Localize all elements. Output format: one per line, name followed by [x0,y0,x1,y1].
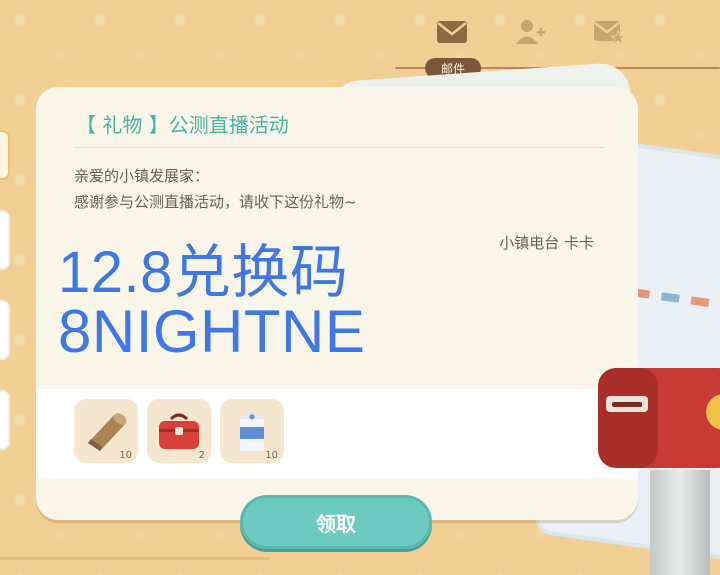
progress-track [0,557,270,560]
envelope-icon[interactable] [435,18,469,46]
starred-envelope-icon[interactable] [592,18,626,46]
left-side-button[interactable] [0,130,10,180]
reward-count: 10 [119,450,132,461]
mailbox-icon [598,368,720,468]
left-side-tab[interactable] [0,300,10,360]
redeem-code-value: 8NIGHTNE [58,298,366,365]
mailbox-pole [650,470,710,575]
mail-card: 【 礼物 】公测直播活动 亲爱的小镇发展家： 感谢参与公测直播活动，请收下这份礼… [36,87,638,520]
red-toolbox-icon [159,413,199,449]
reward-count: 10 [265,450,278,461]
claim-button[interactable]: 领取 [240,495,432,549]
left-side-tab[interactable] [0,390,10,450]
reward-count: 2 [198,450,205,461]
left-side-tab[interactable] [0,210,10,270]
title-divider [74,147,604,148]
add-friend-icon[interactable] [514,18,548,46]
mail-greeting: 亲爱的小镇发展家： [74,167,210,185]
mail-title: 【 礼物 】公测直播活动 [76,113,289,137]
reward-item-milk[interactable]: 10 [220,399,284,463]
mail-body: 感谢参与公测直播活动，请收下这份礼物~ [74,193,357,211]
reward-item-wood[interactable]: 10 [74,399,138,463]
mail-signature: 小镇电台 卡卡 [499,234,594,252]
reward-item-toolbox[interactable]: 2 [147,399,211,463]
